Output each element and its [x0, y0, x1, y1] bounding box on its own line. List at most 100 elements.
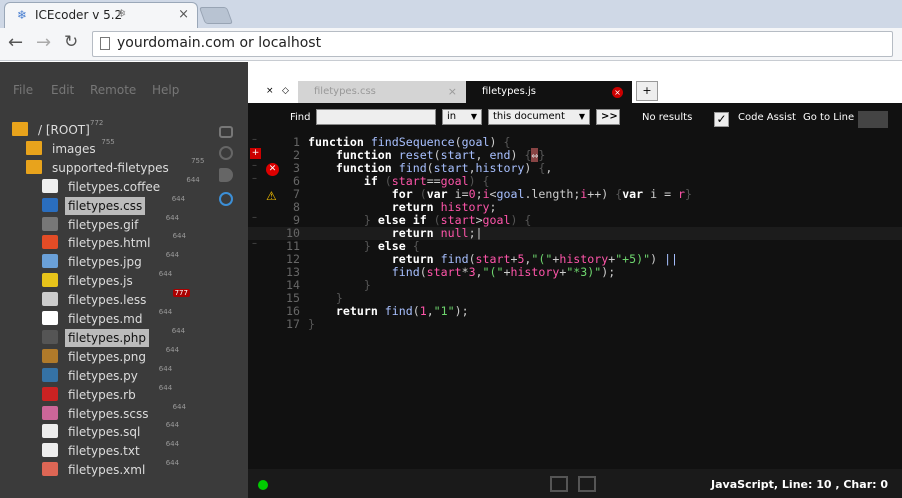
menu-remote[interactable]: Remote — [90, 83, 136, 97]
editor-pane: × ◇ filetypes.css × filetypes.js × + Fin… — [248, 62, 902, 498]
file-tree-label: filetypes.gif — [68, 217, 139, 232]
close-icon[interactable]: × — [612, 87, 623, 98]
browser-tab[interactable]: ❄ ICEcoder v 5.2 ❄ × — [4, 2, 198, 28]
permission-badge: 644 — [158, 308, 173, 316]
file-tree-label: filetypes.txt — [68, 444, 140, 459]
find-result: No results — [642, 112, 693, 123]
find-target-select[interactable]: this document ▼ — [488, 109, 590, 125]
find-target-value: this document — [493, 111, 565, 122]
close-icon[interactable]: × — [448, 81, 457, 103]
python-icon — [42, 367, 58, 382]
address-bar-text: yourdomain.com or localhost — [117, 35, 322, 51]
permission-badge: 644 — [171, 326, 186, 335]
permission-badge: 644 — [158, 270, 173, 279]
permission-badge: 644 — [171, 194, 186, 203]
file-tree-label: filetypes.php — [65, 328, 149, 347]
code-line[interactable]: 14 } — [248, 279, 902, 292]
close-all-tabs-icon[interactable]: × — [266, 86, 274, 96]
address-bar[interactable]: yourdomain.com or localhost — [92, 31, 893, 57]
permission-badge: 644 — [165, 421, 180, 430]
new-tab-button[interactable] — [198, 7, 234, 24]
html5-icon — [42, 235, 58, 250]
browser-tab-title: ICEcoder v 5.2 — [35, 8, 123, 22]
code-assist-checkbox[interactable]: ✓ — [714, 112, 729, 127]
find-go-button[interactable]: >> — [596, 109, 620, 125]
file-tree-label: supported-filetypes — [52, 160, 169, 175]
editor-top-bar — [248, 62, 902, 81]
find-scope-value: in — [447, 111, 457, 122]
dropdown-arrow-icon: ▼ — [470, 112, 477, 121]
new-file-tab-button[interactable]: + — [636, 81, 658, 101]
lock-icon[interactable] — [219, 126, 233, 138]
tab-filetypes-css[interactable]: filetypes.css × — [298, 81, 466, 103]
tab-filetypes-js[interactable]: filetypes.js × — [466, 81, 632, 103]
cookie-icon — [42, 348, 58, 363]
permission-badge: 644 — [158, 364, 173, 373]
plug-icon[interactable] — [219, 168, 233, 182]
split-view-icon[interactable] — [578, 476, 596, 492]
dropdown-arrow-icon: ▼ — [578, 112, 585, 121]
permission-badge: 755 — [191, 156, 205, 165]
menu-help[interactable]: Help — [152, 83, 179, 97]
tab-label: filetypes.css — [314, 86, 376, 97]
file-tree-label: images — [52, 141, 96, 156]
file-manager-sidebar: File Edit Remote Help / [ROOT] 772 images 7… — [0, 62, 248, 498]
back-arrow-icon[interactable]: ← — [8, 32, 23, 53]
forward-arrow-icon[interactable]: → — [36, 32, 51, 53]
snowflake-icon: ❄ — [17, 8, 28, 22]
browser-tab-strip: ❄ ICEcoder v 5.2 ❄ × — [0, 0, 902, 28]
file-tree-label: filetypes.xml — [68, 463, 146, 478]
file-tree-label: filetypes.scss — [68, 406, 149, 421]
file-tree-label: / [ROOT] — [38, 123, 90, 137]
code-editor[interactable]: 1 function findSequence(goal) {2 function… — [248, 133, 902, 469]
permission-badge: 772 — [90, 119, 104, 127]
file-tree-label: filetypes.sql — [68, 425, 141, 440]
css3-icon — [42, 197, 58, 212]
status-bar: JavaScript, Line: 10 , Char: 0 — [248, 469, 902, 498]
file-tree-label: filetypes.html — [68, 236, 151, 251]
github-icon[interactable] — [219, 192, 233, 206]
gif-icon — [42, 216, 58, 231]
status-ok-icon — [258, 480, 268, 490]
file-tree-label: filetypes.py — [68, 368, 138, 383]
code-assist-label: Code Assist — [738, 112, 796, 123]
js-icon — [42, 273, 58, 288]
file-tree-label: filetypes.css — [65, 196, 146, 215]
sql-icon — [42, 424, 58, 439]
menu-edit[interactable]: Edit — [51, 83, 74, 97]
go-to-line-input[interactable] — [858, 111, 888, 128]
less-icon — [42, 292, 58, 307]
code-line[interactable]: 17} — [248, 318, 902, 331]
line-number: 17 — [286, 317, 300, 331]
xml-icon — [42, 462, 58, 477]
close-tab-icon[interactable]: × — [178, 7, 189, 22]
menu-file[interactable]: File — [13, 83, 33, 97]
folder-icon — [26, 140, 42, 155]
browser-toolbar: ← → ↻ yourdomain.com or localhost — [0, 28, 902, 61]
permission-badge: 644 — [172, 232, 186, 241]
find-scope-select[interactable]: in ▼ — [442, 109, 482, 125]
text-file-icon — [42, 443, 58, 458]
code-text: } — [308, 317, 315, 331]
code-text: return find(1,"1"); — [335, 304, 469, 318]
reload-icon[interactable]: ↻ — [64, 32, 78, 52]
go-to-line-label: Go to Line — [803, 112, 855, 123]
file-tree-label: filetypes.jpg — [68, 255, 142, 270]
permission-badge: 644 — [186, 175, 200, 184]
file-tree-label: filetypes.coffee — [68, 179, 161, 194]
file-tree-label: filetypes.png — [68, 349, 146, 364]
refresh-icon[interactable] — [219, 146, 233, 160]
status-info: JavaScript, Line: 10 , Char: 0 — [711, 478, 888, 491]
folder-icon — [12, 122, 28, 136]
permission-badge: 755 — [101, 137, 115, 146]
file-tree-label: filetypes.rb — [68, 387, 136, 402]
code-line[interactable]: 16 return find(1,"1"); — [248, 305, 902, 318]
view-options-icon[interactable]: ◇ — [282, 86, 289, 96]
php-icon — [42, 329, 58, 344]
permission-badge: 644 — [165, 440, 180, 449]
permission-badge: 644 — [165, 251, 180, 260]
permission-badge: 777 — [172, 289, 190, 298]
file-tree-label: filetypes.md — [68, 312, 143, 326]
single-view-icon[interactable] — [550, 476, 568, 492]
find-input[interactable] — [316, 109, 436, 125]
